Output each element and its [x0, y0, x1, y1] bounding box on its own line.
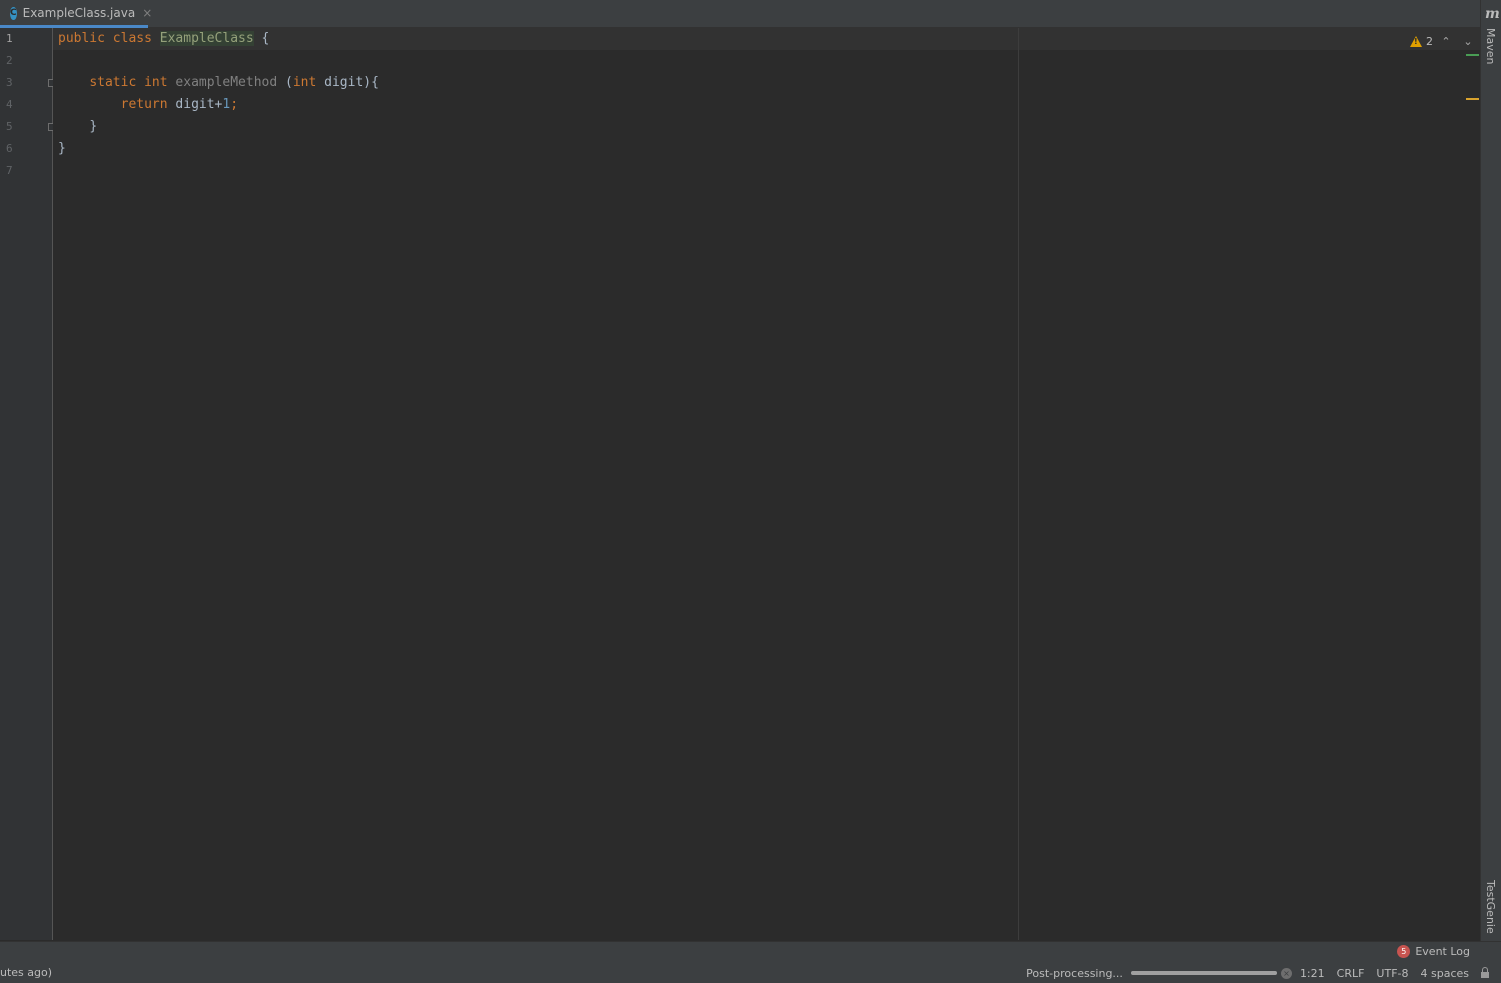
brace: { [261, 31, 270, 46]
inspection-widget[interactable]: 2 ⌃ ⌄ [1402, 31, 1477, 51]
line-number: 7 [6, 164, 13, 177]
keyword: int [144, 75, 168, 90]
background-task-progress[interactable] [1130, 971, 1277, 975]
keyword: public [58, 31, 105, 46]
line-number: 5 [6, 120, 13, 133]
warning-marker[interactable] [1466, 98, 1479, 100]
status-bar: utes ago) Post-processing... × 1:21 CRLF… [0, 963, 1501, 983]
keyword: return [120, 97, 168, 112]
cancel-task-icon[interactable]: × [1280, 967, 1292, 979]
code-line-3[interactable]: static int exampleMethod (int digit){ [58, 72, 379, 94]
file-encoding[interactable]: UTF-8 [1376, 967, 1408, 980]
close-icon[interactable]: × [142, 6, 152, 20]
indent-setting[interactable]: 4 spaces [1421, 967, 1470, 980]
paren: ( [285, 75, 293, 90]
status-widgets: Post-processing... × 1:21 CRLF UTF-8 4 s… [1026, 963, 1501, 983]
semicolon: ; [230, 97, 239, 112]
code-line-4[interactable]: return digit+1; [58, 94, 238, 116]
right-tool-strip: m Maven TestGenie [1480, 0, 1501, 941]
testgenie-tool-button[interactable]: TestGenie [1484, 880, 1497, 934]
line-number: 1 [6, 32, 13, 45]
line-number: 3 [6, 76, 13, 89]
code-line-5[interactable]: } [58, 116, 97, 138]
progress-fill [1130, 971, 1277, 975]
tab-example-class[interactable]: C ExampleClass.java × [0, 0, 152, 28]
maven-tool-button[interactable]: Maven [1484, 28, 1497, 64]
keyword: int [292, 75, 317, 90]
warning-icon [1410, 35, 1422, 47]
chevron-up-icon[interactable]: ⌃ [1437, 35, 1455, 48]
change-marker[interactable] [1466, 54, 1479, 56]
code-editor[interactable]: public class ExampleClass { static int e… [53, 28, 1480, 940]
line-number: 6 [6, 142, 13, 155]
keyword: class [112, 31, 152, 46]
tab-label: ExampleClass.java [22, 6, 136, 20]
parameter: digit){ [324, 75, 379, 90]
lock-icon[interactable] [1481, 967, 1489, 978]
line-number: 2 [6, 54, 13, 67]
event-count-badge: 5 [1397, 945, 1411, 958]
code-line-6[interactable]: } [58, 138, 66, 160]
brace: } [89, 119, 98, 134]
line-number-gutter[interactable]: 1 2 3 4 5 6 7 [0, 28, 55, 940]
ide-window: C ExampleClass.java × 1 2 3 4 5 6 7 publ… [0, 0, 1501, 983]
class-name[interactable]: ExampleClass [159, 31, 254, 46]
line-separator[interactable]: CRLF [1337, 967, 1365, 980]
method-name[interactable]: exampleMethod [175, 75, 277, 90]
event-log-button[interactable]: 5 Event Log [1397, 945, 1470, 958]
background-task-label[interactable]: Post-processing... [1026, 967, 1123, 980]
cursor-position[interactable]: 1:21 [1300, 967, 1325, 980]
java-class-icon: C [10, 6, 17, 20]
keyword: static [89, 75, 137, 90]
tool-window-bar: 5 Event Log [0, 941, 1501, 963]
line-number: 4 [6, 98, 13, 111]
chevron-down-icon[interactable]: ⌄ [1459, 35, 1477, 48]
code-line-1[interactable]: public class ExampleClass { [58, 28, 269, 50]
expression: digit+ [175, 97, 223, 112]
warning-count: 2 [1426, 34, 1433, 48]
maven-icon[interactable]: m [1485, 6, 1500, 22]
event-log-label: Event Log [1415, 945, 1470, 958]
status-message[interactable]: utes ago) [0, 966, 52, 979]
editor-tab-bar: C ExampleClass.java × [0, 0, 1480, 28]
brace: } [58, 141, 66, 156]
right-margin-guide [1018, 28, 1019, 940]
